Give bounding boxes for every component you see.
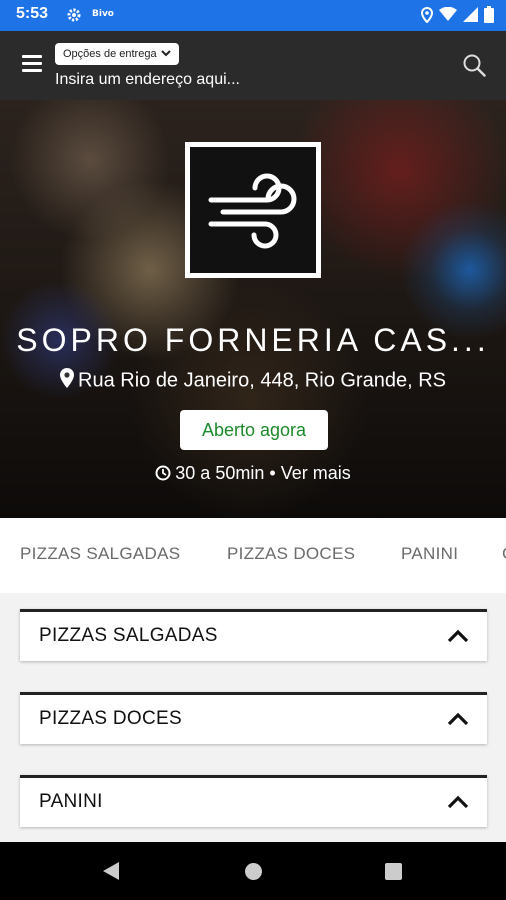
separator-dot: • [269, 463, 276, 483]
restaurant-logo [185, 142, 321, 278]
search-icon[interactable] [462, 53, 486, 81]
open-status-badge: Aberto agora [180, 410, 328, 450]
status-bar: 5:53 Bivo [0, 0, 506, 31]
gear-icon [66, 7, 82, 27]
tab-pizzas-doces[interactable]: PIZZAS DOCES [227, 544, 355, 564]
delivery-time: 30 a 50min [175, 463, 265, 483]
see-more-link[interactable]: Ver mais [281, 463, 351, 483]
address-text: Rua Rio de Janeiro, 448, Rio Grande, RS [78, 369, 446, 392]
clock-icon [155, 465, 171, 486]
category-tabs: PIZZAS SALGADAS PIZZAS DOCES PANINI C [0, 518, 506, 593]
wind-icon [208, 173, 297, 249]
tab-panini[interactable]: PANINI [401, 544, 458, 564]
section-title: PIZZAS SALGADAS [39, 625, 218, 646]
home-icon[interactable] [245, 863, 262, 880]
battery-icon [484, 6, 494, 27]
section-pizzas-salgadas[interactable]: PIZZAS SALGADAS [20, 609, 487, 661]
status-icons [420, 6, 494, 27]
section-pizzas-doces[interactable]: PIZZAS DOCES [20, 692, 487, 744]
map-pin-icon [60, 368, 74, 394]
tab-pizzas-salgadas[interactable]: PIZZAS SALGADAS [20, 544, 180, 564]
address-input[interactable]: Insira um endereço aqui... [55, 71, 240, 89]
section-title: PANINI [39, 791, 103, 812]
restaurant-header: SOPRO FORNERIA CAS... Rua Rio de Janeiro… [0, 100, 506, 518]
app-notification-indicator: Bivo [92, 9, 114, 19]
chevron-up-icon[interactable] [447, 794, 469, 813]
restaurant-name: SOPRO FORNERIA CAS... [16, 322, 490, 358]
chevron-up-icon[interactable] [447, 628, 469, 647]
section-panini[interactable]: PANINI [20, 775, 487, 827]
recent-apps-icon[interactable] [385, 863, 402, 880]
menu-icon[interactable] [22, 55, 42, 73]
back-icon[interactable] [102, 861, 120, 885]
tab-next-partial[interactable]: C [502, 544, 506, 564]
system-navigation-bar [0, 842, 506, 900]
chevron-down-icon [160, 48, 171, 60]
chevron-up-icon[interactable] [447, 711, 469, 730]
status-time: 5:53 [16, 5, 49, 22]
restaurant-address: Rua Rio de Janeiro, 448, Rio Grande, RS [0, 368, 506, 394]
signal-icon [463, 7, 478, 26]
section-title: PIZZAS DOCES [39, 708, 182, 729]
delivery-options-dropdown[interactable]: Opções de entrega [55, 43, 179, 65]
delivery-info: 30 a 50min • Ver mais [0, 463, 506, 486]
app-bar: Opções de entrega Insira um endereço aqu… [0, 31, 506, 100]
location-icon [420, 6, 434, 27]
wifi-icon [439, 6, 457, 26]
delivery-options-label: Opções de entrega [63, 48, 157, 60]
